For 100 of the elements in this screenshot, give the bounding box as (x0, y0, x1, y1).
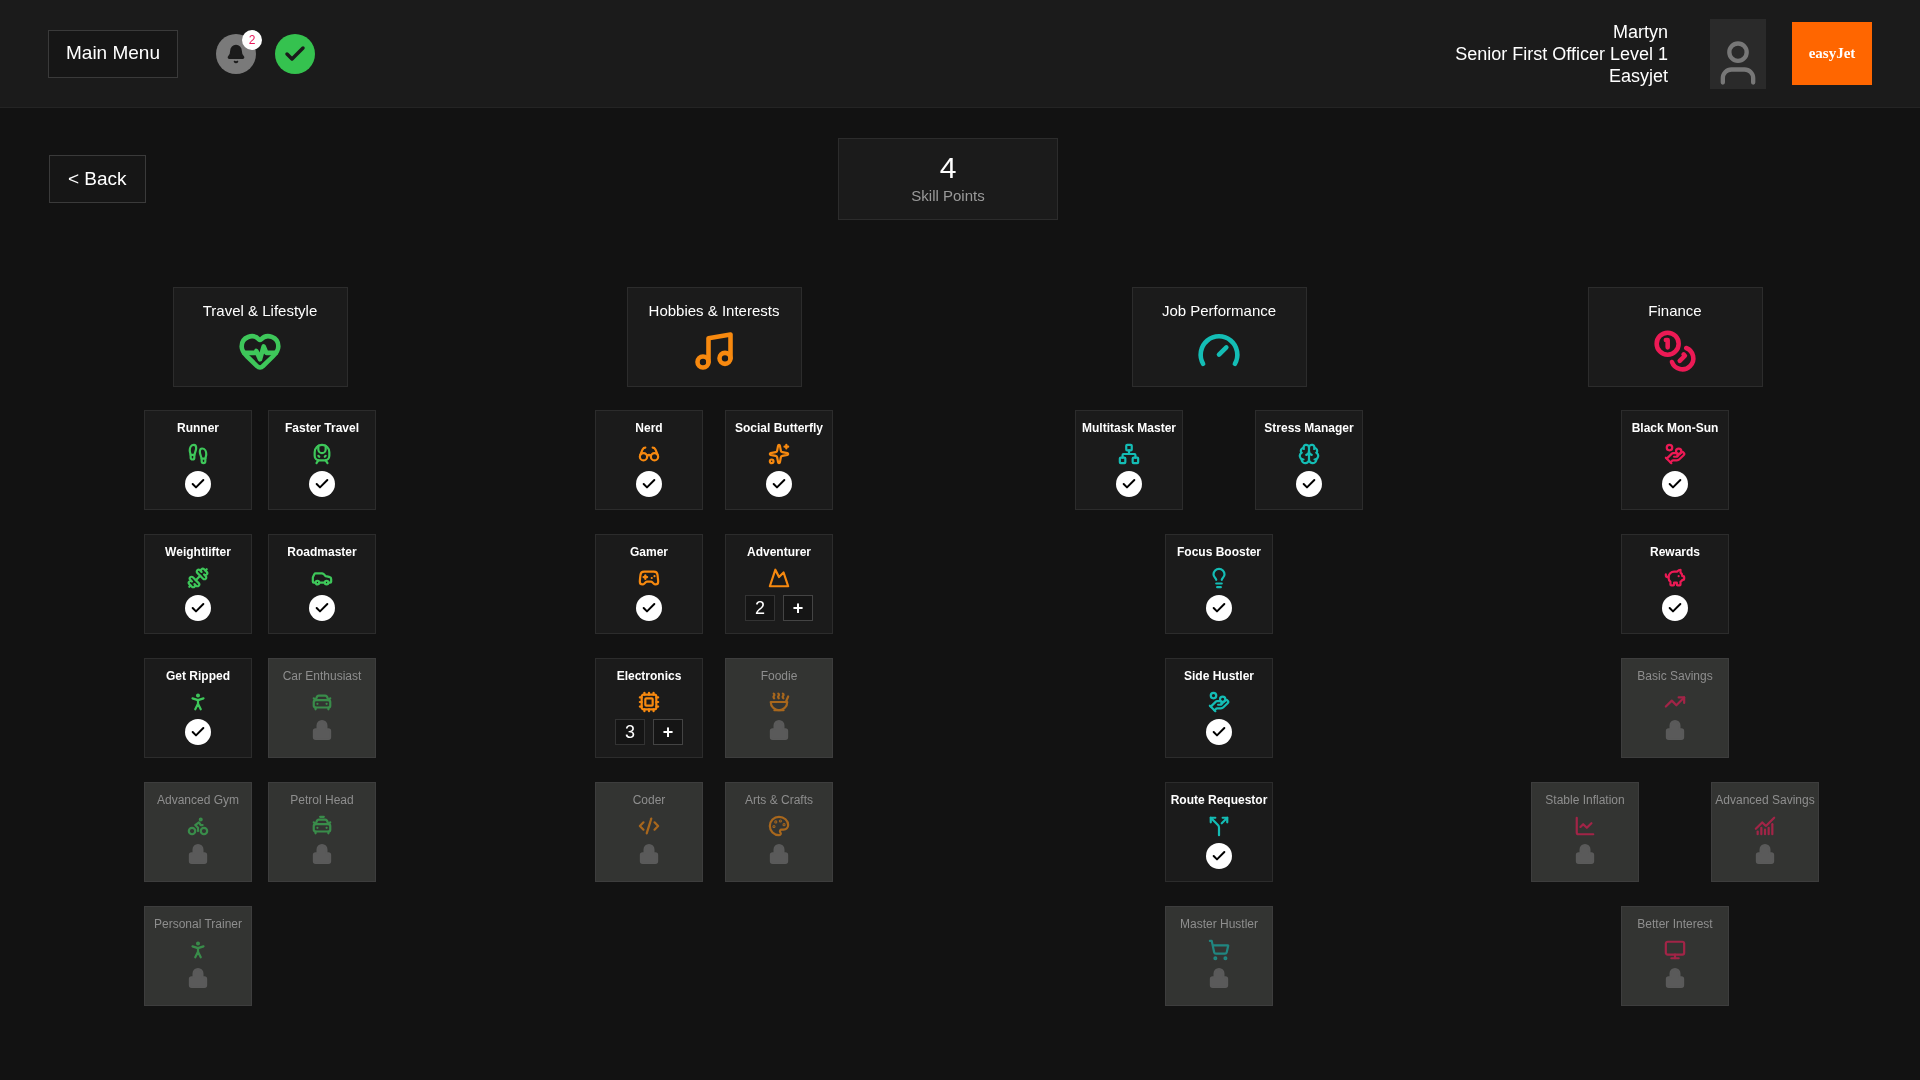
skill-name: Nerd (635, 420, 663, 437)
car-icon (311, 691, 333, 713)
lock-icon (311, 843, 333, 865)
category-header[interactable]: Finance (1587, 287, 1763, 387)
skill-card[interactable]: Stress Manager (1255, 410, 1363, 510)
skill-card[interactable]: Route Requestor (1165, 782, 1273, 882)
skill-name: Stable Inflation (1545, 792, 1625, 809)
category-header[interactable]: Job Performance (1131, 287, 1307, 387)
skill-name: Electronics (616, 668, 682, 685)
skill-name: Route Requestor (1170, 792, 1268, 809)
user-rank: Senior First Officer Level 1 (1455, 42, 1668, 65)
add-level-button[interactable]: + (783, 595, 813, 621)
gamepad-icon (638, 567, 660, 589)
skill-card[interactable]: Car Enthusiast (268, 658, 376, 758)
skill-name: Adventurer (747, 544, 811, 561)
user-name: Martyn (1613, 20, 1668, 43)
skill-card[interactable]: Social Butterfly (725, 410, 833, 510)
skill-card[interactable]: Weightlifter (144, 534, 252, 634)
skill-card[interactable]: Stable Inflation (1531, 782, 1639, 882)
brain-icon (1298, 443, 1320, 465)
skill-card[interactable]: Advanced Gym (144, 782, 252, 882)
bowl-icon (768, 691, 790, 713)
chart-icon (1754, 815, 1776, 837)
skill-card[interactable]: Advanced Savings (1711, 782, 1819, 882)
lock-icon (768, 719, 790, 741)
skill-name: Black Mon-Sun (1631, 420, 1719, 437)
piggy-bank-icon (1664, 567, 1686, 589)
lock-icon (187, 967, 209, 989)
skill-card[interactable]: Side Hustler (1165, 658, 1273, 758)
avatar-silhouette-icon (1710, 18, 1766, 89)
hand-coins-icon (1664, 443, 1686, 465)
dumbbell-icon (187, 567, 209, 589)
lock-icon (1664, 719, 1686, 741)
bell-icon (226, 43, 246, 64)
lock-icon (1574, 843, 1596, 865)
skill-name: Stress Manager (1264, 420, 1354, 437)
code-icon (638, 815, 660, 837)
chip-icon (638, 691, 660, 713)
main-menu-button[interactable]: Main Menu (48, 29, 178, 78)
skill-name: Foodie (760, 668, 798, 685)
skill-card[interactable]: Basic Savings (1621, 658, 1729, 758)
skill-card[interactable]: Adventurer 2 + (725, 534, 833, 634)
skill-name: Faster Travel (284, 420, 359, 437)
skill-card[interactable]: Rewards (1621, 534, 1729, 634)
monitor-icon (1664, 939, 1686, 961)
skill-level: 3 (615, 719, 645, 745)
lock-icon (638, 843, 660, 865)
skill-name: Arts & Crafts (745, 792, 813, 809)
notification-badge: 2 (242, 29, 262, 50)
skill-card[interactable]: Black Mon-Sun (1621, 410, 1729, 510)
skill-card[interactable]: Multitask Master (1075, 410, 1183, 510)
skill-name: Basic Savings (1637, 668, 1713, 685)
palette-icon (768, 815, 790, 837)
lock-icon (311, 719, 333, 741)
skill-name: Social Butterfly (735, 420, 823, 437)
skill-card[interactable]: Better Interest (1621, 906, 1729, 1006)
skill-name: Car Enthusiast (282, 668, 362, 685)
skill-card[interactable]: Petrol Head (268, 782, 376, 882)
skill-card[interactable]: Focus Booster (1165, 534, 1273, 634)
skill-card[interactable]: Gamer (595, 534, 703, 634)
skill-card[interactable]: Roadmaster (268, 534, 376, 634)
category-header[interactable]: Travel & Lifestyle (172, 287, 348, 387)
lock-icon (187, 843, 209, 865)
user-airline: Easyjet (1608, 64, 1668, 87)
add-level-button[interactable]: + (653, 719, 683, 745)
skill-name: Advanced Savings (1715, 792, 1815, 809)
skill-name: Runner (177, 420, 219, 437)
skill-card[interactable]: Coder (595, 782, 703, 882)
airline-logo: easyJet (1792, 22, 1872, 85)
skill-name: Side Hustler (1184, 668, 1254, 685)
skill-name: Coder (632, 792, 666, 809)
skill-name: Weightlifter (165, 544, 231, 561)
footprints-icon (187, 443, 209, 465)
category-title: Hobbies & Interests (648, 301, 780, 321)
skill-card[interactable]: Runner (144, 410, 252, 510)
skill-name: Get Ripped (166, 668, 230, 685)
skill-card[interactable]: Personal Trainer (144, 906, 252, 1006)
skill-name: Master Hustler (1180, 916, 1258, 933)
mountain-icon (768, 567, 790, 589)
skill-card[interactable]: Electronics 3 + (595, 658, 703, 758)
skill-name: Personal Trainer (153, 916, 242, 933)
skill-card[interactable]: Foodie (725, 658, 833, 758)
category-header[interactable]: Hobbies & Interests (626, 287, 802, 387)
skill-points-value: 4 (939, 150, 957, 185)
lock-icon (1664, 967, 1686, 989)
skill-card[interactable]: Get Ripped (144, 658, 252, 758)
lock-icon (1208, 967, 1230, 989)
category-title: Finance (1648, 301, 1702, 321)
notification-button[interactable] (216, 33, 256, 74)
back-button[interactable]: < Back (49, 155, 146, 203)
lock-icon (1754, 843, 1776, 865)
skill-card[interactable]: Master Hustler (1165, 906, 1273, 1006)
skill-card[interactable]: Nerd (595, 410, 703, 510)
category-title: Travel & Lifestyle (202, 301, 318, 321)
skill-card[interactable]: Faster Travel (268, 410, 376, 510)
skill-name: Advanced Gym (156, 792, 239, 809)
line-chart-icon (1574, 815, 1596, 837)
skill-name: Rewards (1650, 544, 1700, 561)
split-arrow-icon (1208, 815, 1230, 837)
skill-card[interactable]: Arts & Crafts (725, 782, 833, 882)
